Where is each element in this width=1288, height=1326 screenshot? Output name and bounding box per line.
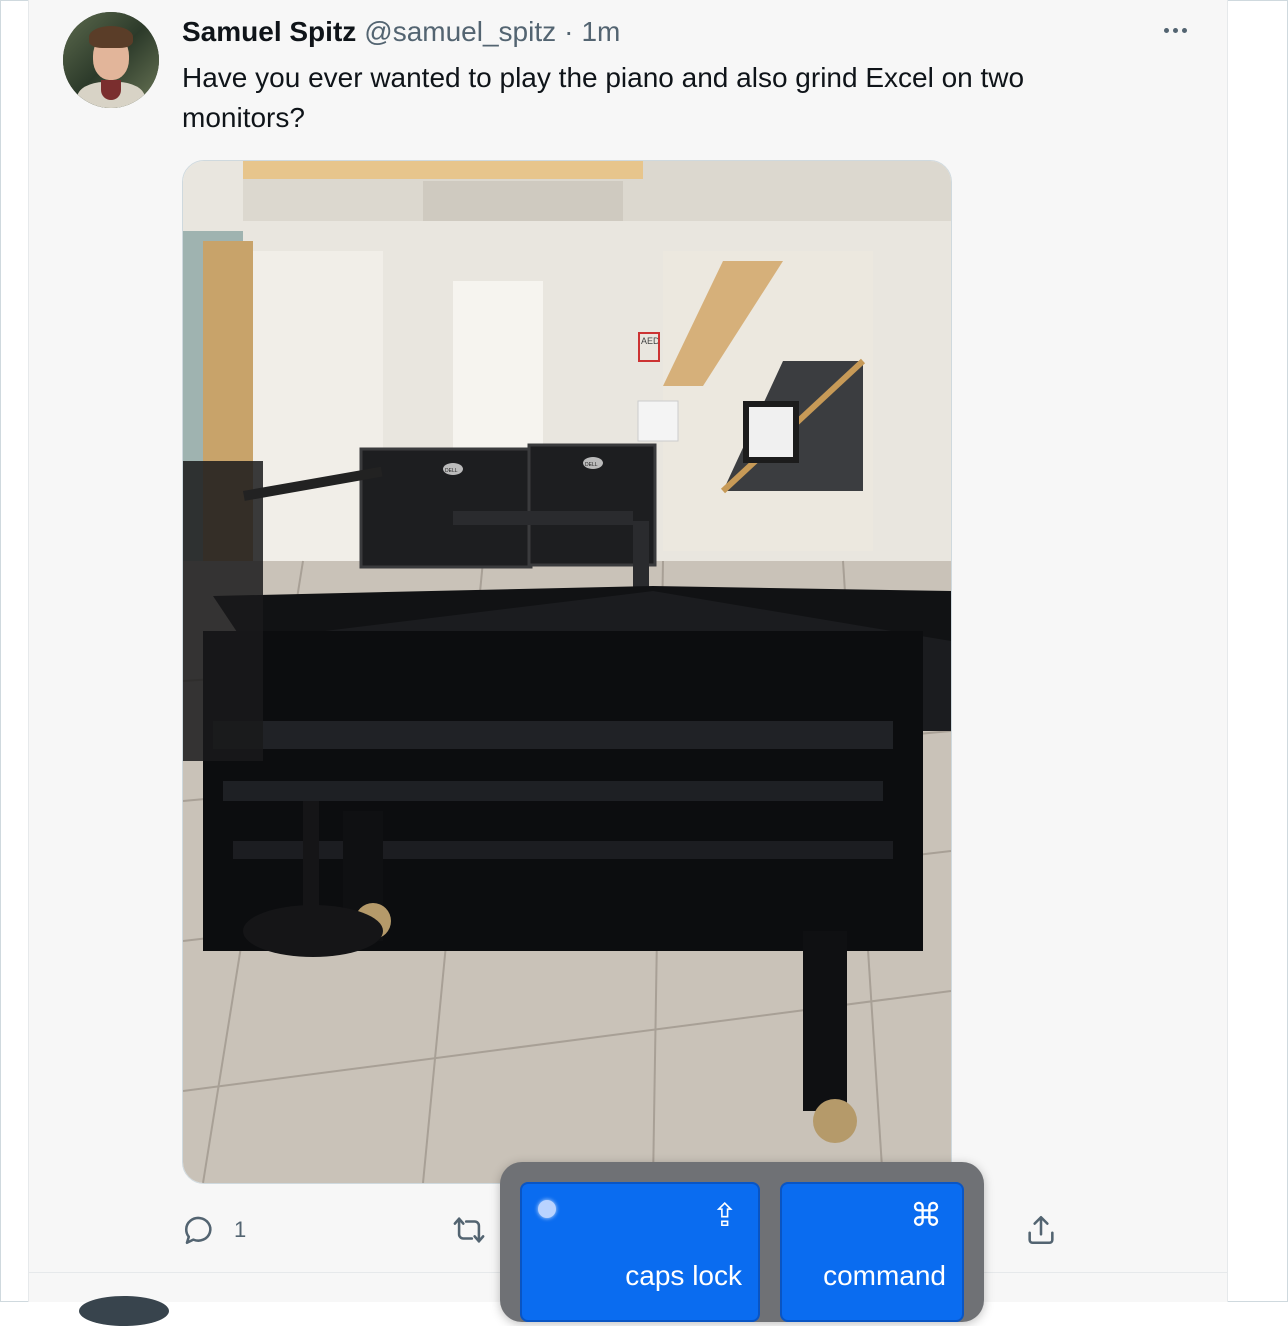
aed-sign: AED <box>641 336 660 346</box>
piano-photo-illustration: AED DELL DELL <box>183 161 951 1183</box>
command-label: command <box>823 1260 946 1291</box>
more-options-icon[interactable] <box>1157 18 1193 42</box>
reply-count: 1 <box>234 1217 247 1242</box>
retweet-button[interactable] <box>452 1206 486 1254</box>
tweet-header: Samuel Spitz @samuel_spitz · 1m <box>182 16 620 50</box>
reply-button[interactable]: 1 <box>182 1206 246 1254</box>
reply-icon <box>184 1216 212 1245</box>
author-avatar[interactable] <box>63 12 159 108</box>
caps-lock-label: caps lock <box>625 1260 742 1291</box>
share-button[interactable] <box>1024 1206 1058 1254</box>
share-icon <box>1028 1215 1054 1245</box>
author-name[interactable]: Samuel Spitz <box>182 16 356 48</box>
next-tweet-avatar[interactable] <box>79 1296 169 1326</box>
tweet-timestamp[interactable]: 1m <box>581 16 620 48</box>
tweet[interactable]: Samuel Spitz @samuel_spitz · 1m Have you… <box>29 0 1227 1272</box>
tweet-photo[interactable]: AED DELL DELL <box>182 160 952 1184</box>
caps-lock-indicator-icon <box>538 1200 556 1218</box>
timeline-column: Samuel Spitz @samuel_spitz · 1m Have you… <box>28 0 1228 1326</box>
monitor-logo-right: DELL <box>585 462 598 468</box>
monitor-logo-left: DELL <box>445 468 458 474</box>
command-symbol-icon: ⌘ <box>910 1197 942 1233</box>
caps-lock-symbol-icon: ⇪ <box>711 1197 738 1233</box>
keystroke-overlay: ⇪ caps lock ⌘ command <box>500 1162 984 1322</box>
tweet-text: Have you ever wanted to play the piano a… <box>182 62 1025 133</box>
author-handle[interactable]: @samuel_spitz <box>364 16 556 48</box>
header-separator: · <box>564 16 574 47</box>
caps-lock-key: ⇪ caps lock <box>520 1182 760 1322</box>
retweet-icon <box>453 1217 485 1243</box>
command-key: ⌘ command <box>780 1182 964 1322</box>
